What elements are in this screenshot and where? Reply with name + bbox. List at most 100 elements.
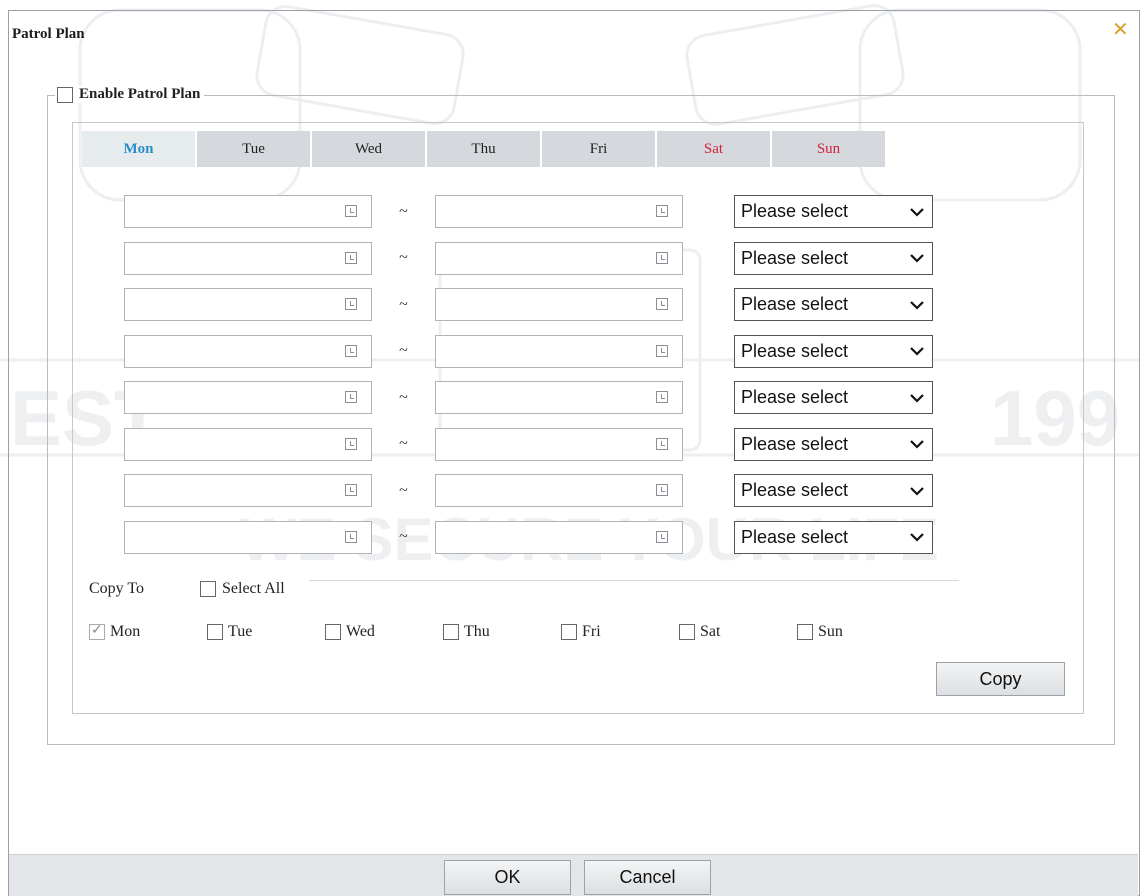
preset-select-value: Please select [741, 247, 849, 268]
clock-icon[interactable] [656, 530, 668, 543]
copy-button[interactable]: Copy [936, 662, 1065, 696]
time-separator: ~ [399, 202, 408, 220]
close-icon[interactable]: ✕ [1112, 20, 1129, 40]
clock-icon[interactable] [345, 391, 357, 403]
copy-day-sat[interactable]: Sat [679, 623, 797, 641]
copy-days: Mon Tue Wed Thu Fri Sat Sun [89, 622, 915, 641]
tab-thu[interactable]: Thu [427, 131, 540, 167]
schedule-row: ~ Please select [124, 519, 933, 556]
copy-day-thu[interactable]: Thu [443, 623, 561, 641]
clock-icon[interactable] [345, 484, 357, 496]
schedule-row: ~ Please select [124, 426, 933, 463]
copy-day-fri[interactable]: Fri [561, 623, 679, 641]
preset-select-value: Please select [741, 201, 849, 221]
cancel-button[interactable]: Cancel [584, 860, 711, 895]
start-time-input[interactable] [124, 427, 372, 461]
start-time-input[interactable] [124, 334, 372, 368]
copy-day-thu-checkbox[interactable] [443, 624, 459, 640]
copy-day-label: Thu [464, 623, 490, 640]
end-time-input[interactable] [435, 474, 683, 507]
preset-select-value: Please select [741, 526, 849, 547]
preset-select[interactable]: Please select [734, 195, 933, 228]
clock-icon[interactable] [345, 298, 357, 310]
chevron-down-icon [910, 254, 924, 263]
copy-day-sat-checkbox[interactable] [679, 624, 695, 640]
start-time-input[interactable] [124, 520, 372, 554]
preset-select-value: Please select [741, 480, 849, 500]
preset-select[interactable]: Please select [734, 288, 933, 321]
preset-select[interactable]: Please select [734, 241, 933, 275]
enable-patrol-plan-label: Enable Patrol Plan [79, 86, 201, 102]
tab-fri[interactable]: Fri [542, 131, 655, 167]
tab-sat[interactable]: Sat [657, 131, 770, 167]
schedule-row: ~ Please select [124, 286, 933, 323]
enable-patrol-plan[interactable]: Enable Patrol Plan [55, 86, 205, 103]
end-time-input[interactable] [435, 381, 683, 414]
chevron-down-icon [910, 440, 924, 449]
copy-day-fri-checkbox[interactable] [561, 624, 577, 640]
tab-mon[interactable]: Mon [82, 131, 195, 167]
clock-icon[interactable] [656, 251, 668, 264]
copy-day-sun[interactable]: Sun [797, 623, 915, 641]
preset-select[interactable]: Please select [734, 427, 933, 461]
end-time-input[interactable] [435, 195, 683, 228]
clock-icon[interactable] [656, 484, 668, 496]
clock-icon[interactable] [345, 205, 357, 217]
clock-icon[interactable] [656, 437, 668, 450]
copy-day-tue-checkbox[interactable] [207, 624, 223, 640]
copy-day-sun-checkbox[interactable] [797, 624, 813, 640]
schedule-row: ~ Please select [124, 240, 933, 277]
clock-icon[interactable] [656, 298, 668, 310]
schedule-row: ~ Please select [124, 333, 933, 370]
clock-icon[interactable] [345, 251, 357, 264]
start-time-input[interactable] [124, 474, 372, 507]
clock-icon[interactable] [656, 344, 668, 357]
preset-select[interactable]: Please select [734, 520, 933, 554]
tab-sun[interactable]: Sun [772, 131, 885, 167]
time-separator: ~ [399, 249, 408, 266]
copy-day-wed[interactable]: Wed [325, 623, 443, 641]
copy-day-mon[interactable]: Mon [89, 622, 207, 641]
preset-select[interactable]: Please select [734, 381, 933, 414]
enable-patrol-plan-checkbox[interactable] [57, 86, 73, 103]
time-separator: ~ [399, 435, 408, 452]
copy-day-tue[interactable]: Tue [207, 623, 325, 641]
clock-icon[interactable] [345, 530, 357, 543]
preset-select[interactable]: Please select [734, 334, 933, 368]
end-time-input[interactable] [435, 241, 683, 275]
copy-day-wed-checkbox[interactable] [325, 624, 341, 640]
start-time-input[interactable] [124, 195, 372, 228]
clock-icon[interactable] [656, 391, 668, 403]
start-time-input[interactable] [124, 288, 372, 321]
schedule-row: ~ Please select [124, 472, 933, 509]
chevron-down-icon [910, 486, 924, 496]
chevron-down-icon [910, 533, 924, 542]
preset-select[interactable]: Please select [734, 474, 933, 507]
chevron-down-icon [910, 300, 924, 310]
end-time-input[interactable] [435, 520, 683, 554]
end-time-input[interactable] [435, 427, 683, 461]
chevron-down-icon [910, 393, 924, 403]
end-time-input[interactable] [435, 288, 683, 321]
time-separator: ~ [399, 528, 408, 545]
select-all-label: Select All [222, 580, 285, 597]
tab-tue[interactable]: Tue [197, 131, 310, 167]
copy-day-mon-checkbox[interactable] [89, 622, 105, 640]
time-separator: ~ [399, 388, 408, 406]
time-separator: ~ [399, 342, 408, 359]
start-time-input[interactable] [124, 241, 372, 275]
dialog-title: Patrol Plan [12, 26, 85, 42]
ok-button[interactable]: OK [444, 860, 571, 895]
copy-day-label: Tue [228, 623, 253, 640]
clock-icon[interactable] [656, 205, 668, 217]
select-all[interactable]: Select All [200, 580, 285, 598]
start-time-input[interactable] [124, 381, 372, 414]
preset-select-value: Please select [741, 294, 849, 314]
tab-wed[interactable]: Wed [312, 131, 425, 167]
select-all-checkbox[interactable] [200, 581, 216, 597]
clock-icon[interactable] [345, 437, 357, 450]
copy-day-label: Sun [818, 623, 843, 640]
end-time-input[interactable] [435, 334, 683, 368]
chevron-down-icon [910, 347, 924, 356]
clock-icon[interactable] [345, 344, 357, 357]
